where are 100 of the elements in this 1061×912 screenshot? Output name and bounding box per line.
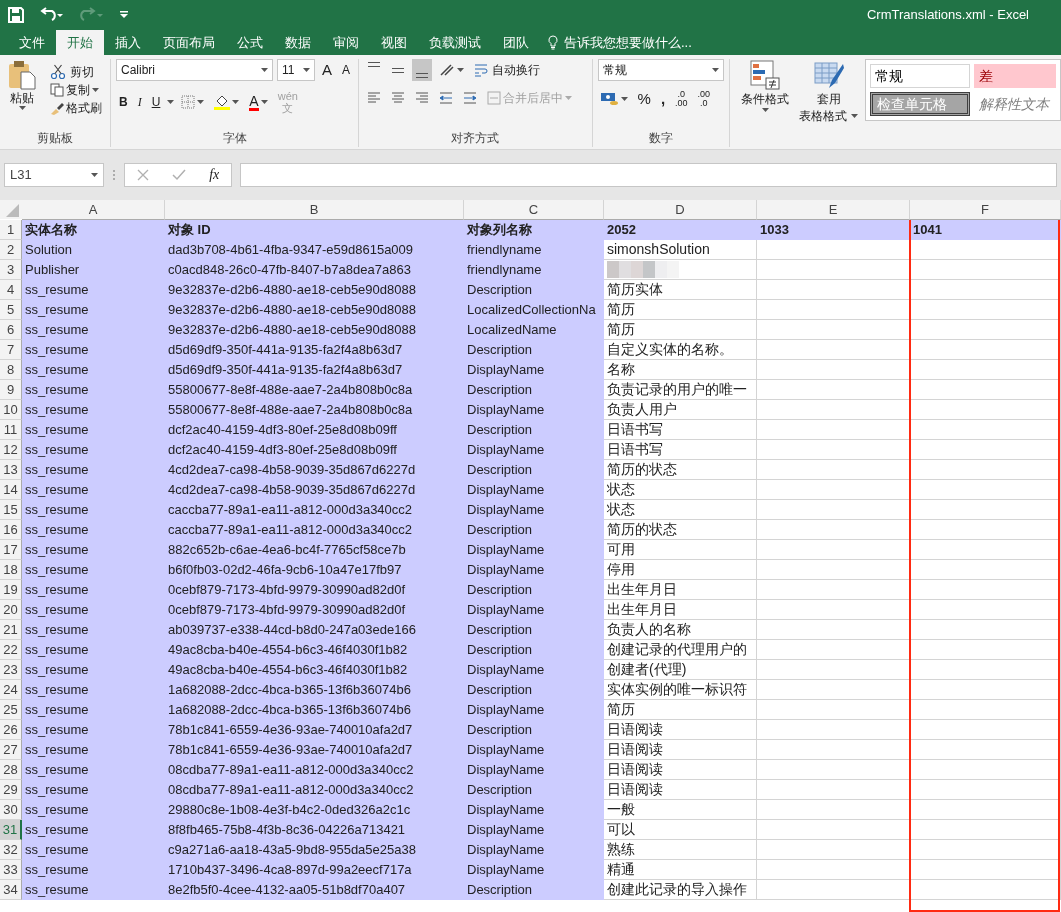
ribbon-tab[interactable]: 数据 [274,30,322,55]
caret-icon [851,114,858,118]
ribbon-tab[interactable]: 公式 [226,30,274,55]
copy-button[interactable]: 复制 [47,81,105,99]
insert-function-button[interactable]: fx [206,166,223,184]
column-header[interactable]: A [22,200,165,220]
row-header[interactable]: 4 [0,280,22,300]
row-header[interactable]: 8 [0,360,22,380]
caret-icon [232,100,240,104]
decrease-indent-icon [439,91,454,105]
font-size-dropdown[interactable]: 11 [277,59,315,81]
row-header[interactable]: 21 [0,620,22,640]
row-header[interactable]: 20 [0,600,22,620]
row-header[interactable]: 5 [0,300,22,320]
bold-button[interactable]: B [116,93,131,111]
name-box[interactable]: L31 [4,163,104,187]
table-cell: DisplayName [464,500,604,520]
caret-icon [620,97,628,101]
font-name-dropdown[interactable]: Calibri [116,59,273,81]
table-cell: 简历 [604,700,757,720]
group-label: 剪贴板 [36,131,74,147]
conditional-formatting-button[interactable]: 条件格式 [738,59,792,113]
ribbon-tab[interactable]: 视图 [370,30,418,55]
row-header[interactable]: 7 [0,340,22,360]
column-header[interactable]: D [604,200,757,220]
ribbon-tab[interactable]: 页面布局 [152,30,226,55]
row-header[interactable]: 31 [0,820,22,840]
row-header[interactable]: 12 [0,440,22,460]
row-header[interactable]: 13 [0,460,22,480]
wrap-text-button[interactable]: 自动换行 [471,61,544,79]
angled-text-icon [439,63,456,77]
table-cell: 出生年月日 [604,600,757,620]
row-header[interactable]: 15 [0,500,22,520]
row-header[interactable]: 34 [0,880,22,900]
increase-indent-icon [463,91,478,105]
row-header[interactable]: 2 [0,240,22,260]
format-as-table-button[interactable]: 套用 表格格式 [796,59,861,125]
decrease-decimal-button[interactable]: .00 .0 [694,89,714,109]
row-header[interactable]: 25 [0,700,22,720]
row-header[interactable]: 14 [0,480,22,500]
row-header[interactable]: 33 [0,860,22,880]
format-painter-button[interactable]: 格式刷 [47,99,105,117]
ribbon-tab[interactable]: 审阅 [322,30,370,55]
number-format-dropdown[interactable]: 常规 [597,59,724,81]
align-middle-icon [391,67,406,73]
row-header[interactable]: 19 [0,580,22,600]
check-icon [171,169,186,181]
vertical-align-button[interactable] [412,59,433,81]
increase-decimal-button[interactable]: .0 .00 [672,89,691,109]
table-cell: DisplayName [464,600,604,620]
paste-button[interactable]: 粘贴 [5,59,39,117]
ribbon-tab[interactable]: 插入 [104,30,152,55]
row-header[interactable]: 28 [0,760,22,780]
row-header[interactable]: 6 [0,320,22,340]
italic-button[interactable]: I [134,93,145,111]
cell-style-button[interactable]: 常规 [870,64,970,88]
font-color-button[interactable]: A [246,92,271,112]
customize-icon[interactable] [120,11,128,19]
search-field[interactable]: 告诉我您想要做什么... [562,31,722,54]
row-header[interactable]: 9 [0,380,22,400]
table-cell: 日语阅读 [604,760,757,780]
row-header[interactable]: 3 [0,260,22,280]
formula-input[interactable] [240,163,1057,187]
comma-button[interactable]: , [657,90,669,108]
row-header[interactable]: 32 [0,840,22,860]
row-header[interactable]: 26 [0,720,22,740]
row-header[interactable]: 1 [0,220,22,240]
row-header[interactable]: 29 [0,780,22,800]
cut-button[interactable]: 剪切 [47,63,105,81]
column-header[interactable]: B [165,200,464,220]
undo-icon[interactable] [40,7,64,23]
ribbon-tab[interactable]: 团队 [492,30,540,55]
row-header[interactable]: 11 [0,420,22,440]
scissors-icon [50,64,66,80]
column-header[interactable]: F [910,200,1061,220]
column-header[interactable]: C [464,200,604,220]
column-header[interactable]: E [757,200,910,220]
row-header[interactable]: 10 [0,400,22,420]
row-header[interactable]: 30 [0,800,22,820]
ribbon-tab[interactable]: 文件 [8,30,56,55]
table-cell: dad3b708-4b61-4fba-9347-e59d8615a009 [165,240,464,260]
row-header[interactable]: 17 [0,540,22,560]
percent-button[interactable]: % [634,90,654,108]
cell-style-button[interactable]: 差 [974,64,1056,88]
table-cell: Description [464,720,604,740]
grow-font-button[interactable]: A [319,61,335,79]
shrink-font-button[interactable]: A [339,61,354,79]
table-cell: c9a271a6-aa18-43a5-9bd8-955da5e25a38 [165,840,464,860]
save-icon[interactable] [8,7,24,23]
ribbon-tab[interactable]: 开始 [56,30,104,55]
row-header[interactable]: 24 [0,680,22,700]
row-header[interactable]: 16 [0,520,22,540]
row-header[interactable]: 23 [0,660,22,680]
table-brush-icon [813,60,844,90]
row-header[interactable]: 27 [0,740,22,760]
underline-button[interactable]: U [148,93,164,111]
column-title: 1041 [910,220,1061,240]
ribbon-tab[interactable]: 负载测试 [418,30,492,55]
row-header[interactable]: 18 [0,560,22,580]
row-header[interactable]: 22 [0,640,22,660]
